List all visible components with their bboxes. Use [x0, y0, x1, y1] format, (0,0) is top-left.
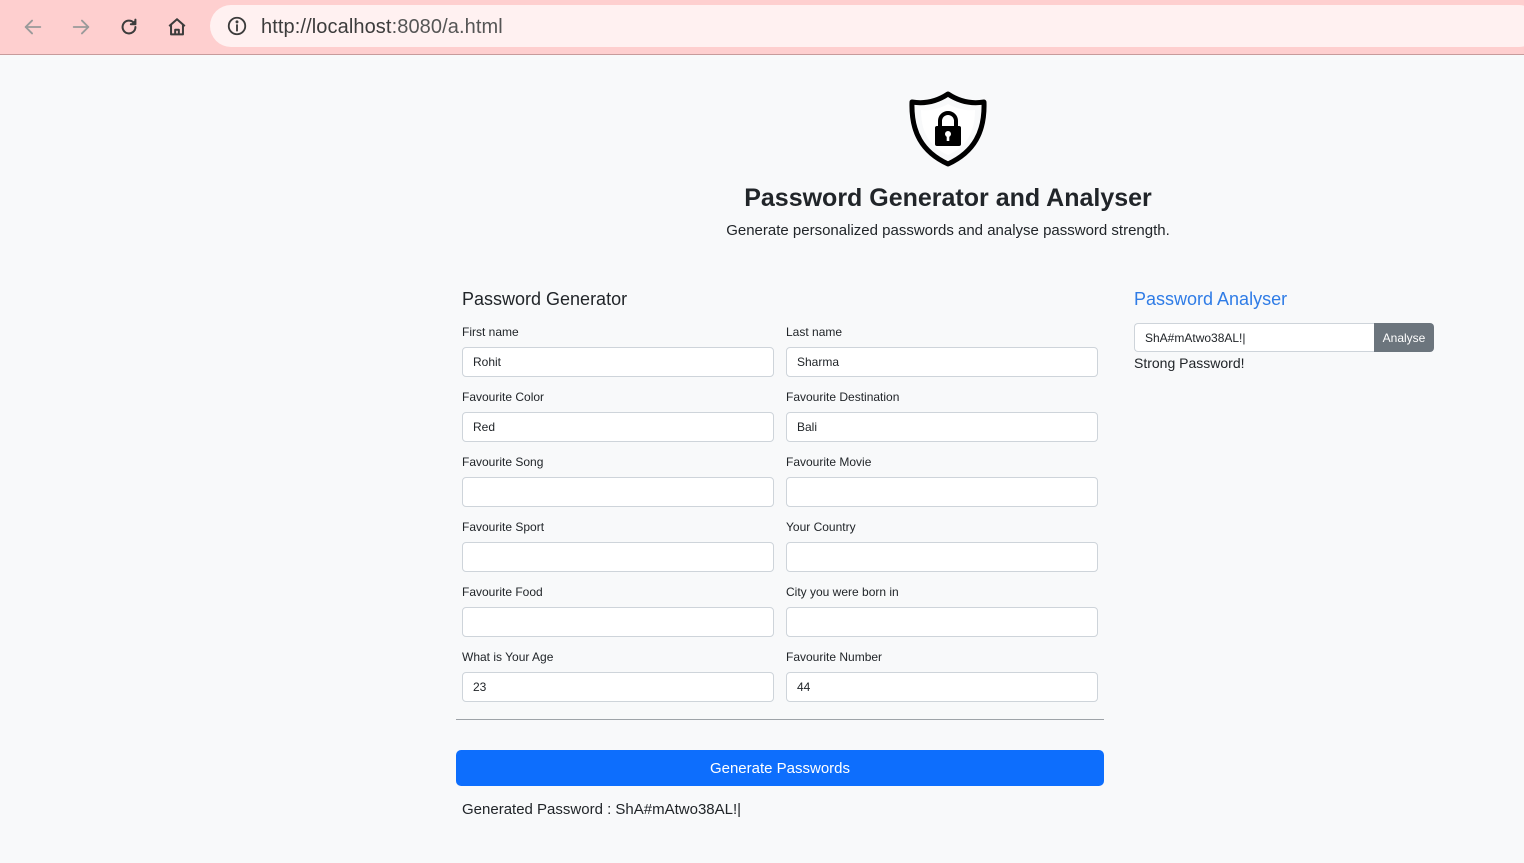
fav-destination-label: Favourite Destination [786, 390, 900, 404]
first-name-input[interactable] [462, 347, 774, 377]
fav-sport-label: Favourite Sport [462, 520, 545, 534]
age-label: What is Your Age [462, 650, 554, 664]
birth-city-input[interactable] [786, 607, 1098, 637]
page-subtitle: Generate personalized passwords and anal… [726, 222, 1170, 239]
back-arrow-icon [24, 19, 42, 35]
page-title: Password Generator and Analyser [744, 184, 1152, 212]
birth-city-label: City you were born in [786, 585, 899, 599]
reload-icon [121, 18, 137, 35]
fav-food-input[interactable] [462, 607, 774, 637]
country-label: Your Country [786, 520, 856, 534]
fav-number-input[interactable] [786, 672, 1098, 702]
shield-lock-icon [909, 91, 987, 167]
analyser-heading: Password Analyser [1134, 289, 1288, 309]
reload-button[interactable] [112, 10, 146, 44]
home-button[interactable] [160, 10, 194, 44]
info-icon[interactable] [226, 15, 248, 37]
url-text: http://localhost:8080/a.html [261, 16, 503, 39]
url-path: :8080/a.html [391, 16, 503, 38]
fav-song-label: Favourite Song [462, 455, 544, 469]
forward-arrow-icon [72, 19, 90, 35]
address-bar[interactable]: http://localhost:8080/a.html [210, 5, 1524, 47]
fav-movie-input[interactable] [786, 477, 1098, 507]
fav-destination-input[interactable] [786, 412, 1098, 442]
analyse-password-input[interactable] [1134, 323, 1375, 352]
last-name-input[interactable] [786, 347, 1098, 377]
url-host: http://localhost [261, 16, 392, 38]
back-button[interactable] [16, 10, 50, 44]
fav-number-label: Favourite Number [786, 650, 883, 664]
fav-song-input[interactable] [462, 477, 774, 507]
generate-passwords-button[interactable]: Generate Passwords [456, 750, 1104, 786]
generator-heading: Password Generator [462, 289, 628, 309]
fav-color-input[interactable] [462, 412, 774, 442]
first-name-label: First name [462, 325, 519, 339]
home-icon [168, 18, 186, 36]
analyse-button[interactable]: Analyse [1374, 323, 1434, 352]
password-strength-result: Strong Password! [1134, 355, 1245, 371]
fav-color-label: Favourite Color [462, 390, 545, 404]
browser-toolbar: http://localhost:8080/a.html [0, 0, 1524, 55]
last-name-label: Last name [786, 325, 843, 339]
generated-password-text: Generated Password : ShA#mAtwo38AL!| [462, 801, 742, 818]
fav-movie-label: Favourite Movie [786, 455, 872, 469]
age-input[interactable] [462, 672, 774, 702]
fav-sport-input[interactable] [462, 542, 774, 572]
fav-food-label: Favourite Food [462, 585, 543, 599]
forward-button[interactable] [64, 10, 98, 44]
country-input[interactable] [786, 542, 1098, 572]
form-divider [456, 719, 1104, 720]
